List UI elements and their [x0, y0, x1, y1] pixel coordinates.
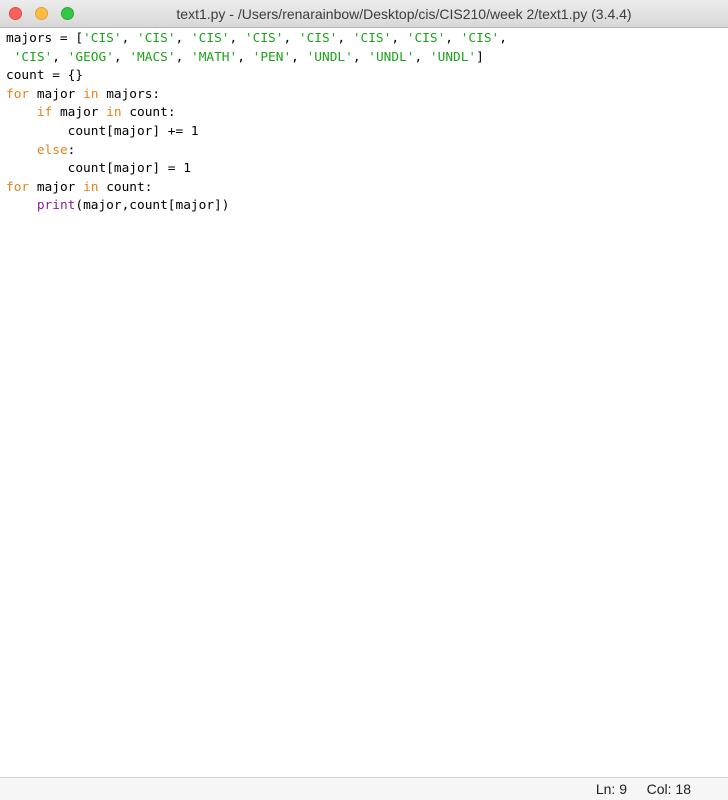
code-token: , [52, 49, 68, 65]
string-token: 'CIS' [190, 31, 230, 46]
code-token: count = {} [6, 68, 84, 84]
code-token: , [229, 31, 245, 46]
code-token: count: [121, 105, 176, 121]
code-token: count: [98, 179, 153, 195]
string-token: 'CIS' [83, 31, 122, 46]
string-token: 'CIS' [244, 31, 284, 46]
code-token: , [113, 49, 130, 65]
string-token: 'CIS' [352, 31, 392, 46]
string-token: 'CIS' [137, 31, 176, 46]
code-token: , [237, 49, 253, 65]
code-token: , [391, 31, 407, 46]
code-token: major [29, 86, 84, 102]
code-token: (major,count[major]) [75, 198, 230, 214]
code-token: major [29, 179, 84, 195]
string-token: 'UNDL' [429, 49, 477, 65]
code-line: count = {} [6, 67, 507, 86]
string-token: 'CIS' [460, 31, 500, 46]
string-token: 'MACS' [129, 49, 176, 65]
keyword-token: in [83, 86, 99, 102]
string-token: 'CIS' [13, 49, 53, 65]
string-token: 'PEN' [252, 49, 292, 65]
code-token: , [445, 31, 461, 46]
code-token: , [291, 49, 307, 65]
title-bar[interactable]: text1.py - /Users/renarainbow/Desktop/ci… [0, 0, 728, 28]
code-line: 'CIS', 'GEOG', 'MACS', 'MATH', 'PEN', 'U… [6, 49, 507, 68]
string-token: 'GEOG' [67, 49, 114, 65]
code-line: count[major] = 1 [6, 160, 507, 179]
string-token: 'UNDL' [368, 49, 415, 65]
keyword-token: in [106, 105, 122, 121]
code-token: count[major] += 1 [6, 123, 199, 139]
builtin-token: print [36, 198, 76, 214]
code-token: majors = [ [6, 31, 84, 46]
keyword-token: else [36, 142, 68, 158]
keyword-token: for [6, 179, 30, 195]
window-title: text1.py - /Users/renarainbow/Desktop/ci… [176, 6, 632, 22]
column-number-indicator: Col: 18 [646, 781, 691, 797]
keyword-token: for [6, 86, 30, 102]
string-token: 'CIS' [298, 31, 338, 46]
code-line: for major in count: [6, 179, 507, 198]
code-token: , [175, 49, 191, 65]
line-number-indicator: Ln: 9 [595, 781, 627, 797]
code-token: , [352, 49, 369, 65]
code-token: , [337, 31, 353, 46]
code-token: : [67, 142, 76, 158]
string-token: 'UNDL' [306, 49, 353, 65]
code-token: ] [476, 49, 484, 65]
code-token: , [414, 49, 430, 65]
editor-window: text1.py - /Users/renarainbow/Desktop/ci… [0, 0, 728, 800]
code-token: , [283, 31, 299, 46]
code-text-area[interactable]: majors = ['CIS', 'CIS', 'CIS', 'CIS', 'C… [6, 30, 507, 216]
keyword-token: in [83, 179, 99, 195]
code-line: for major in majors: [6, 86, 507, 105]
code-line: count[major] += 1 [6, 123, 507, 142]
string-token: 'CIS' [406, 31, 446, 46]
code-line: majors = ['CIS', 'CIS', 'CIS', 'CIS', 'C… [6, 30, 507, 49]
keyword-token: if [36, 105, 53, 121]
code-token: count[major] = 1 [6, 161, 191, 177]
code-line: print(major,count[major]) [6, 197, 507, 216]
code-token: , [175, 31, 191, 46]
code-line: else: [6, 142, 507, 161]
code-token: majors: [98, 86, 161, 102]
status-bar: Ln: 9 Col: 18 [0, 777, 728, 800]
code-token: , [121, 31, 137, 46]
code-editor[interactable]: majors = ['CIS', 'CIS', 'CIS', 'CIS', 'C… [0, 28, 728, 777]
code-token: major [52, 105, 107, 121]
code-line: if major in count: [6, 104, 507, 123]
string-token: 'MATH' [190, 49, 238, 65]
code-token: , [499, 31, 507, 46]
